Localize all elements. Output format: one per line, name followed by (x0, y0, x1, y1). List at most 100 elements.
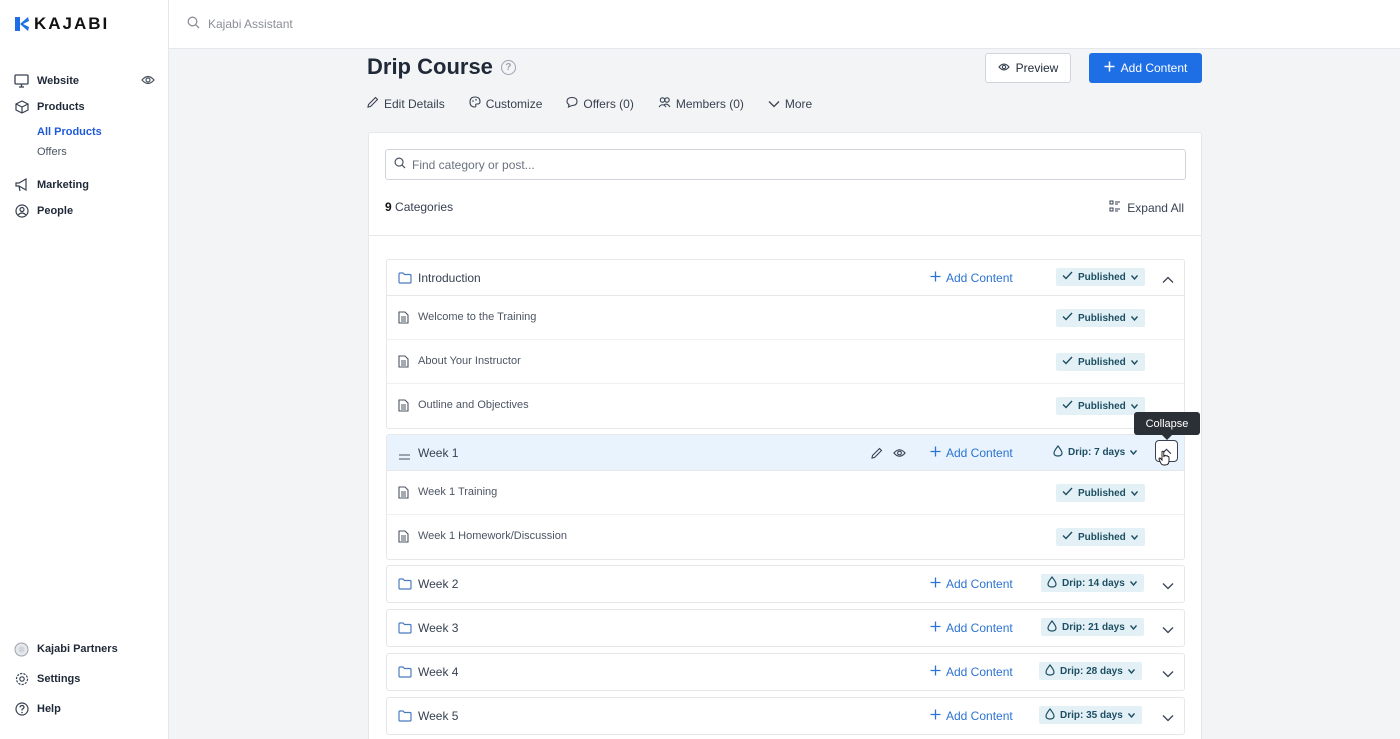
drip-status-dropdown[interactable]: Drip: 35 days (1039, 706, 1142, 724)
category-row-actions (871, 446, 906, 464)
add-content-button[interactable]: Add Content (1089, 53, 1202, 83)
category-row[interactable]: Week 4 Add Content Drip: 28 days (387, 654, 1184, 690)
folder-icon (398, 709, 412, 727)
status-dropdown[interactable]: Published (1056, 397, 1145, 415)
search-icon (187, 16, 200, 32)
sidebar-subitem-offers[interactable]: Offers (0, 142, 169, 162)
folder-icon (398, 271, 412, 289)
category-title: Week 1 (418, 445, 459, 460)
post-row[interactable]: Week 1 Homework/Discussion Published (387, 515, 1184, 559)
sidebar-item-website[interactable]: Website (0, 70, 169, 92)
category-add-content-link[interactable]: Add Content (930, 709, 1013, 723)
post-row[interactable]: About Your Instructor Published (387, 340, 1184, 384)
status-dropdown[interactable]: Published (1056, 268, 1145, 286)
folder-icon (398, 621, 412, 639)
category-week-5: Week 5 Add Content Drip: 35 days (386, 697, 1185, 735)
document-icon (398, 399, 409, 417)
categories-card: 9 Categories Expand All Introduction Add… (368, 132, 1202, 739)
pencil-icon[interactable] (871, 446, 883, 464)
category-add-content-link[interactable]: Add Content (930, 271, 1013, 285)
hand-pointer-icon (1158, 450, 1170, 471)
caret-down-icon (1130, 488, 1138, 499)
eye-icon[interactable] (893, 446, 906, 464)
tab-members[interactable]: Members (0) (658, 96, 744, 111)
tab-more[interactable]: More (768, 96, 812, 111)
check-icon (1062, 356, 1073, 368)
question-circle-icon[interactable]: ? (500, 59, 516, 75)
category-title: Week 4 (418, 665, 459, 679)
tab-customize[interactable]: Customize (469, 96, 542, 111)
status-label: Published (1078, 312, 1126, 324)
sidebar-item-marketing[interactable]: Marketing (0, 174, 169, 196)
category-week-2: Week 2 Add Content Drip: 14 days (386, 565, 1185, 603)
preview-button[interactable]: Preview (985, 53, 1071, 83)
users-icon (658, 96, 671, 111)
post-row[interactable]: Outline and Objectives Published (387, 384, 1184, 428)
plus-icon (930, 577, 941, 591)
drip-status-dropdown[interactable]: Drip: 28 days (1039, 662, 1142, 680)
tab-edit-details[interactable]: Edit Details (367, 96, 445, 111)
sidebar-item-help[interactable]: Help (0, 698, 169, 720)
category-row[interactable]: Week 3 Add Content Drip: 21 days (387, 610, 1184, 646)
user-circle-icon (14, 204, 29, 219)
sidebar-subitem-all-products[interactable]: All Products (0, 122, 169, 142)
chevron-down-icon (768, 97, 780, 111)
caret-down-icon (1129, 622, 1137, 633)
plus-icon (930, 709, 941, 723)
chevron-down-icon[interactable] (1162, 577, 1174, 595)
add-content-link-label: Add Content (946, 445, 1013, 460)
status-label: Drip: 35 days (1060, 709, 1123, 721)
post-row[interactable]: Week 1 Training Published (387, 471, 1184, 515)
tab-label: Edit Details (384, 96, 445, 111)
category-row[interactable]: Week 1 Add Content Drip: 7 days (387, 435, 1184, 471)
document-icon (398, 355, 409, 373)
tab-offers[interactable]: Offers (0) (566, 96, 634, 111)
drag-handle-icon[interactable] (398, 448, 411, 466)
drip-status-dropdown[interactable]: Drip: 7 days (1047, 443, 1144, 461)
drip-status-dropdown[interactable]: Drip: 21 days (1041, 618, 1144, 636)
plus-icon (930, 665, 941, 679)
sidebar-item-kajabi-partners[interactable]: Kajabi Partners (0, 638, 169, 660)
post-title: Week 1 Training (418, 486, 498, 498)
caret-down-icon (1130, 313, 1138, 324)
chevron-down-icon[interactable] (1162, 621, 1174, 639)
kajabi-logo[interactable]: KAJABI (14, 14, 109, 34)
status-label: Drip: 28 days (1060, 665, 1123, 677)
kajabi-assistant-search[interactable]: Kajabi Assistant (187, 16, 293, 32)
find-category-input[interactable] (412, 157, 1172, 172)
status-dropdown[interactable]: Published (1056, 353, 1145, 371)
question-glyph: ? (505, 61, 512, 73)
chevron-down-icon[interactable] (1162, 665, 1174, 683)
chevron-down-icon[interactable] (1162, 709, 1174, 727)
folder-icon (398, 577, 412, 595)
category-row[interactable]: Introduction Add Content Published (387, 260, 1184, 296)
pencil-icon (367, 96, 379, 111)
category-add-content-link[interactable]: Add Content (930, 446, 1013, 460)
post-title: About Your Instructor (418, 355, 521, 367)
status-dropdown[interactable]: Published (1056, 309, 1145, 327)
expand-all-button[interactable]: Expand All (1109, 200, 1184, 215)
category-row[interactable]: Week 2 Add Content Drip: 14 days (387, 566, 1184, 602)
category-add-content-link[interactable]: Add Content (930, 577, 1013, 591)
drip-status-dropdown[interactable]: Drip: 14 days (1041, 574, 1144, 592)
page-title-text: Drip Course (367, 54, 493, 79)
expand-all-label: Expand All (1127, 200, 1184, 215)
sidebar-item-people[interactable]: People (0, 200, 169, 222)
eye-icon[interactable] (141, 74, 155, 89)
folder-icon (398, 665, 412, 683)
status-dropdown[interactable]: Published (1056, 484, 1145, 502)
kajabi-assistant-placeholder: Kajabi Assistant (208, 17, 293, 31)
check-icon (1062, 531, 1073, 543)
find-category-search[interactable] (385, 149, 1186, 180)
tab-label: Offers (0) (583, 96, 634, 111)
caret-down-icon (1130, 401, 1138, 412)
status-dropdown[interactable]: Published (1056, 528, 1145, 546)
post-row[interactable]: Welcome to the Training Published (387, 296, 1184, 340)
category-add-content-link[interactable]: Add Content (930, 621, 1013, 635)
category-add-content-link[interactable]: Add Content (930, 665, 1013, 679)
caret-down-icon (1130, 357, 1138, 368)
sidebar-item-products[interactable]: Products (0, 96, 169, 118)
chevron-up-icon[interactable] (1162, 271, 1174, 289)
sidebar-item-settings[interactable]: Settings (0, 668, 169, 690)
category-row[interactable]: Week 5 Add Content Drip: 35 days (387, 698, 1184, 734)
